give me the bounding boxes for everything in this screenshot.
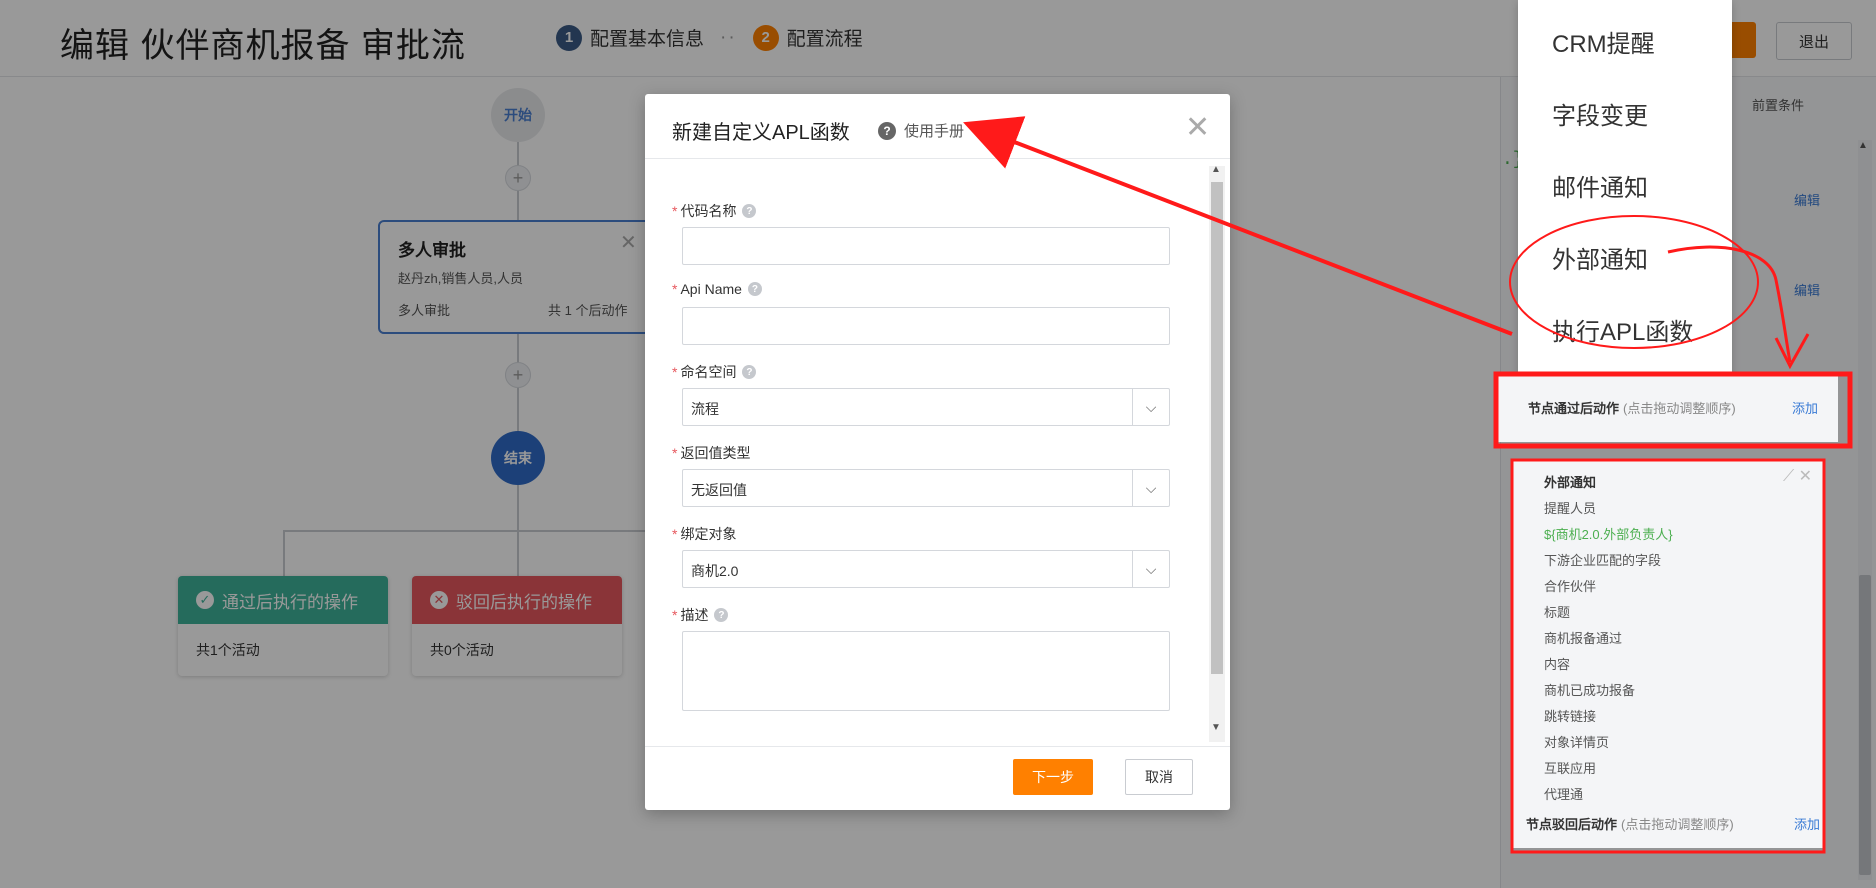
- chevron-down-icon[interactable]: ⌵: [1132, 470, 1169, 506]
- edit-delete-icon[interactable]: ⟋ ✕: [1783, 466, 1812, 486]
- dialog-header: 新建自定义APL函数 ? 使用手册 ✕: [645, 94, 1230, 159]
- action-detail-heading: 外部通知: [1544, 475, 1597, 490]
- after-reject-title: 节点驳回后动作 (点击拖动调整顺序): [1526, 814, 1734, 833]
- code-name-label-text: 代码名称: [680, 203, 737, 219]
- detail-label: 互联应用: [1544, 761, 1597, 776]
- namespace-label: * 命名空间 ?: [672, 362, 757, 382]
- detail-value: 对象详情页: [1544, 735, 1610, 750]
- user-manual-link[interactable]: ? 使用手册: [878, 120, 964, 141]
- menu-item-email-notice[interactable]: 邮件通知: [1552, 168, 1648, 203]
- detail-label: 内容: [1544, 657, 1571, 672]
- after-reject-hint: (点击拖动调整顺序): [1621, 817, 1734, 832]
- api-name-label-text: Api Name: [680, 281, 742, 297]
- detail-label: 跳转链接: [1544, 709, 1597, 724]
- detail-label: 提醒人员: [1544, 501, 1597, 516]
- chevron-down-icon[interactable]: ⌵: [1132, 551, 1169, 587]
- help-tip-icon[interactable]: ?: [747, 282, 762, 296]
- after-pass-hint: (点击拖动调整顺序): [1623, 401, 1736, 416]
- bind-object-label-text: 绑定对象: [680, 526, 737, 542]
- code-name-label: * 代码名称 ?: [672, 201, 757, 221]
- required-mark: *: [672, 281, 678, 297]
- api-name-label: * Api Name ?: [672, 281, 762, 297]
- return-type-select[interactable]: 无返回值 ⌵: [682, 469, 1170, 507]
- namespace-select[interactable]: 流程 ⌵: [682, 388, 1170, 426]
- menu-item-field-change[interactable]: 字段变更: [1552, 96, 1648, 131]
- page: 编辑 伙伴商机报备 审批流 1 配置基本信息 ·· 2 配置流程 退出 开始 +…: [0, 0, 1876, 888]
- description-textarea[interactable]: [682, 631, 1170, 711]
- after-pass-title-text: 节点通过后动作: [1528, 401, 1620, 416]
- add-reject-action-link[interactable]: 添加: [1794, 814, 1820, 833]
- action-type-menu: CRM提醒 字段变更 邮件通知 外部通知 执行APL函数: [1518, 0, 1732, 380]
- bind-object-select[interactable]: 商机2.0 ⌵: [682, 550, 1170, 588]
- description-label-text: 描述: [680, 607, 709, 623]
- dialog-scrollbar-thumb[interactable]: [1211, 182, 1223, 674]
- required-mark: *: [672, 203, 678, 219]
- scroll-down-arrow-icon[interactable]: ▼: [1211, 722, 1221, 733]
- menu-item-external-notice[interactable]: 外部通知: [1552, 240, 1648, 275]
- help-tip-icon[interactable]: ?: [714, 608, 729, 622]
- return-type-label: * 返回值类型: [672, 443, 750, 463]
- help-tip-icon[interactable]: ?: [742, 204, 757, 218]
- description-label: * 描述 ?: [672, 605, 729, 625]
- detail-value: 商机已成功报备: [1544, 683, 1636, 698]
- bind-object-value: 商机2.0: [691, 563, 739, 579]
- cancel-button[interactable]: 取消: [1125, 759, 1193, 795]
- add-action-link[interactable]: 添加: [1792, 398, 1818, 417]
- bind-object-label: * 绑定对象: [672, 524, 736, 544]
- menu-item-run-apl[interactable]: 执行APL函数: [1552, 312, 1693, 347]
- dialog-body: * 代码名称 ? * Api Name ? * 命名空间 ? 流程 ⌵ * 返回…: [645, 159, 1230, 744]
- help-tip-icon[interactable]: ?: [742, 365, 757, 379]
- required-mark: *: [672, 526, 678, 542]
- namespace-value: 流程: [691, 401, 719, 417]
- api-name-input[interactable]: [682, 307, 1170, 345]
- return-type-label-text: 返回值类型: [680, 445, 751, 461]
- namespace-label-text: 命名空间: [680, 364, 737, 380]
- detail-value: ${商机2.0.外部负责人}: [1544, 527, 1673, 542]
- dialog-title: 新建自定义APL函数: [672, 122, 850, 144]
- close-icon[interactable]: ✕: [1185, 110, 1210, 145]
- detail-value: 代理通: [1544, 787, 1584, 802]
- action-detail-card[interactable]: ⟋ ✕ 外部通知 提醒人员 ${商机2.0.外部负责人} 下游企业匹配的字段 合…: [1512, 460, 1824, 848]
- chevron-down-icon[interactable]: ⌵: [1132, 389, 1169, 425]
- scroll-up-arrow-icon[interactable]: ▲: [1211, 164, 1221, 175]
- detail-label: 下游企业匹配的字段: [1544, 553, 1662, 568]
- detail-value: 合作伙伴: [1544, 579, 1597, 594]
- dialog-footer: 下一步 取消: [645, 746, 1230, 811]
- code-name-input[interactable]: [682, 227, 1170, 265]
- help-circle-icon: ?: [878, 121, 896, 140]
- user-manual-label: 使用手册: [904, 123, 965, 140]
- detail-value: 商机报备通过: [1544, 631, 1623, 646]
- next-step-button[interactable]: 下一步: [1013, 759, 1093, 795]
- detail-label: 标题: [1544, 605, 1571, 620]
- menu-item-crm-reminder[interactable]: CRM提醒: [1552, 24, 1655, 59]
- after-pass-title: 节点通过后动作 (点击拖动调整顺序): [1528, 398, 1736, 417]
- new-apl-function-dialog: 新建自定义APL函数 ? 使用手册 ✕ * 代码名称 ? * Api Name …: [645, 94, 1230, 810]
- after-reject-title-text: 节点驳回后动作: [1526, 817, 1618, 832]
- return-type-value: 无返回值: [691, 482, 747, 498]
- required-mark: *: [672, 445, 678, 461]
- after-pass-actions-section: 节点通过后动作 (点击拖动调整顺序) 添加: [1496, 374, 1838, 442]
- required-mark: *: [672, 364, 678, 380]
- required-mark: *: [672, 607, 678, 623]
